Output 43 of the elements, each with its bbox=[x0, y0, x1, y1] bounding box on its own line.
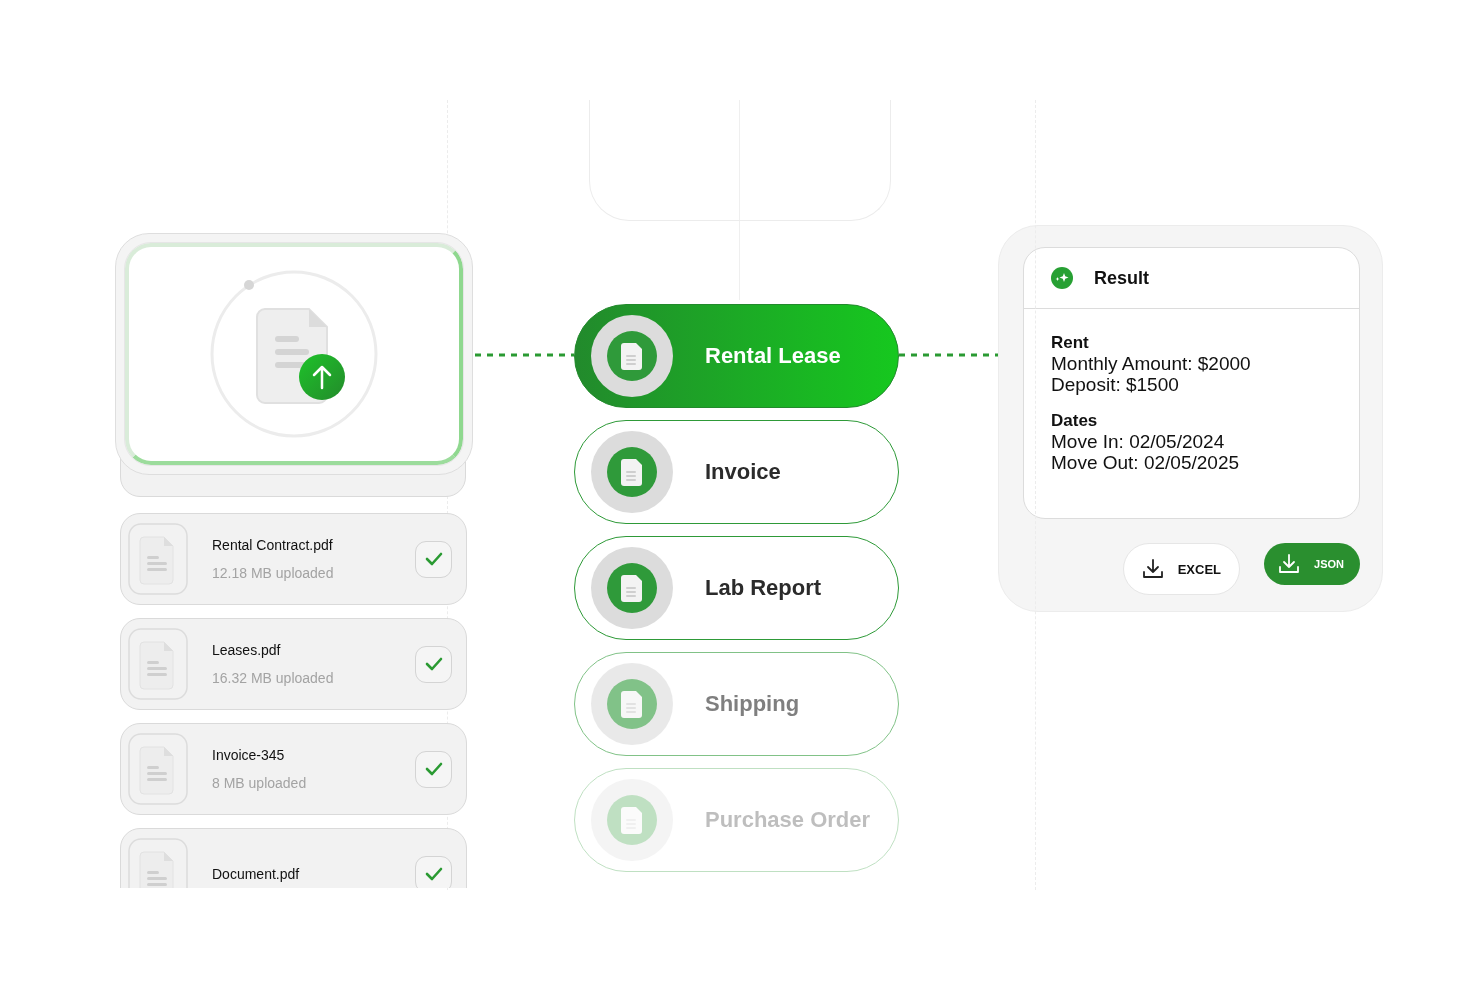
file-name: Rental Contract.pdf bbox=[212, 537, 334, 553]
field-text: Move In: 02/05/2024 bbox=[1051, 431, 1226, 452]
file-card[interactable]: Invoice-345 8 MB uploaded bbox=[120, 723, 467, 815]
file-card[interactable]: Document.pdf bbox=[120, 828, 467, 888]
category-pill[interactable]: Shipping bbox=[574, 652, 899, 756]
download-icon bbox=[1278, 553, 1301, 575]
check-icon bbox=[424, 867, 443, 881]
upload-card[interactable] bbox=[115, 233, 473, 475]
download-icon bbox=[1141, 558, 1164, 580]
document-icon bbox=[591, 315, 673, 397]
category-pill[interactable]: Invoice bbox=[574, 420, 899, 524]
document-icon bbox=[591, 431, 673, 513]
download-button[interactable]: EXCEL bbox=[1122, 543, 1241, 595]
checkbox[interactable] bbox=[415, 855, 452, 888]
sparkle-icon bbox=[1050, 266, 1074, 290]
checkbox[interactable] bbox=[415, 540, 452, 578]
document-icon bbox=[591, 663, 673, 745]
file-name: Leases.pdf bbox=[212, 642, 282, 658]
section-heading: Dates bbox=[1051, 411, 1099, 431]
checkbox[interactable] bbox=[415, 645, 452, 683]
check-icon bbox=[424, 762, 443, 776]
file-card[interactable]: Leases.pdf 16.32 MB uploaded bbox=[120, 618, 467, 710]
file-name: Document.pdf bbox=[212, 866, 301, 882]
file-icon bbox=[128, 523, 188, 595]
check-icon bbox=[424, 657, 443, 671]
field-text: Monthly Amount: $2000 bbox=[1051, 353, 1252, 374]
file-icon bbox=[128, 628, 188, 700]
file-icon bbox=[128, 733, 188, 805]
section-heading: Rent bbox=[1051, 333, 1090, 353]
field-text: Move Out: 02/05/2025 bbox=[1051, 452, 1240, 473]
file-card[interactable]: Rental Contract.pdf 12.18 MB uploaded bbox=[120, 513, 467, 605]
result-title: Result bbox=[1094, 267, 1149, 289]
check-icon bbox=[424, 552, 443, 566]
document-icon bbox=[591, 779, 673, 861]
file-meta: 12.18 MB uploaded bbox=[212, 565, 335, 581]
checkbox[interactable] bbox=[415, 750, 452, 788]
field-text: Deposit: $1500 bbox=[1051, 374, 1180, 395]
document-icon bbox=[591, 547, 673, 629]
category-pill[interactable]: Lab Report bbox=[574, 536, 899, 640]
file-meta: 16.32 MB uploaded bbox=[212, 670, 335, 686]
file-meta: 8 MB uploaded bbox=[212, 775, 308, 791]
download-button[interactable]: JSON bbox=[1264, 543, 1360, 585]
file-name: Invoice-345 bbox=[212, 747, 286, 763]
